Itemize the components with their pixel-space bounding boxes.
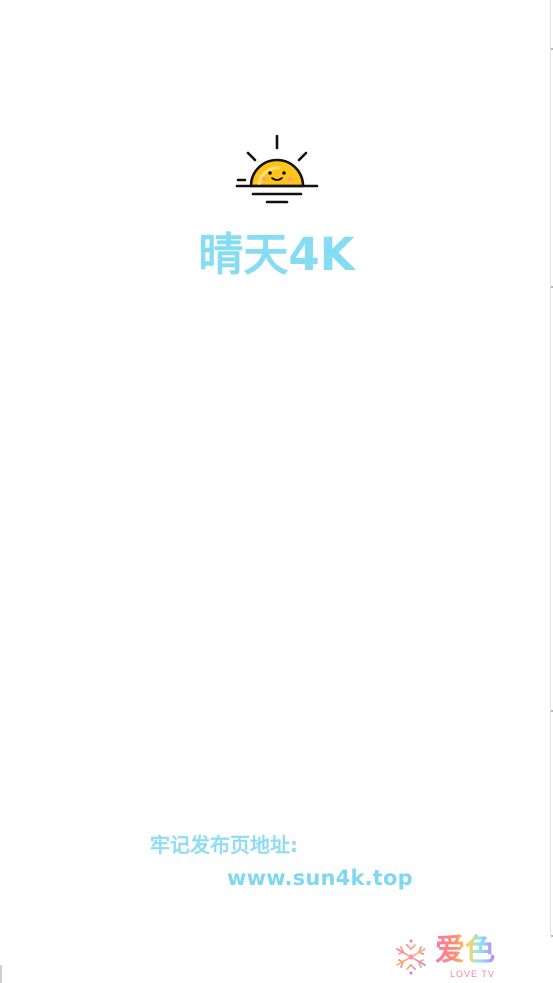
publish-address-link[interactable]: www.sun4k.top xyxy=(227,864,413,892)
brand-name: 爱色 xyxy=(435,933,495,968)
brand-logo: 爱色 LOVE TV xyxy=(392,934,516,980)
app-title: 晴天4K xyxy=(198,228,355,281)
sun-icon xyxy=(235,134,319,204)
bottom-left-edge xyxy=(0,965,2,983)
snowflake-icon xyxy=(396,939,426,975)
publish-address-label: 牢记发布页地址: xyxy=(150,833,298,857)
brand-subtitle: LOVE TV xyxy=(450,969,495,979)
splash-screen: 晴天4K 牢记发布页地址: www.sun4k.top 爱色 LOVE TV xyxy=(0,0,553,983)
